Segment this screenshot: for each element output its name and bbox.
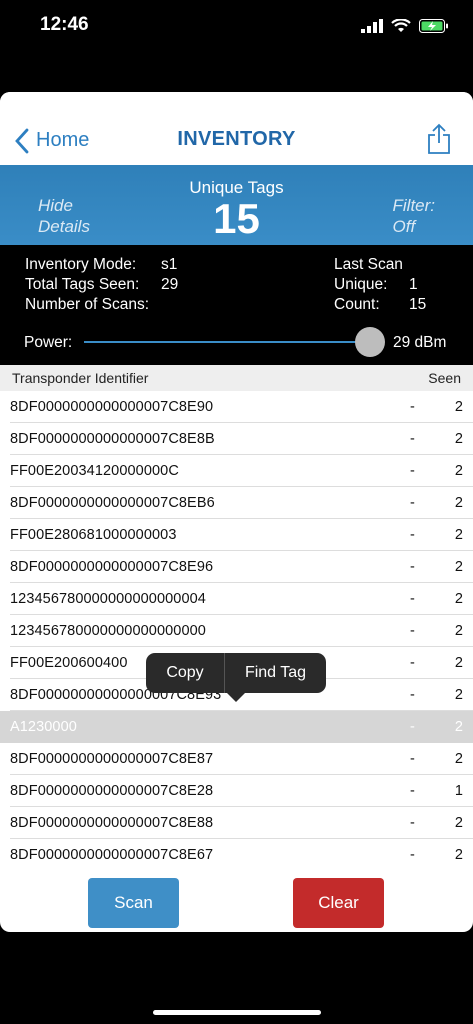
tag-seen-count: 1 [454, 783, 463, 799]
tag-row[interactable]: 8DF0000000000000007C8E87 - 2 [0, 743, 473, 775]
tag-row[interactable]: 8DF0000000000000007C8E67 - 2 [0, 839, 473, 871]
last-scan-count-label: Count: [334, 296, 380, 313]
tag-dash: - [410, 847, 415, 863]
last-scan-unique-value: 1 [409, 276, 418, 293]
tag-row[interactable]: FF00E20034120000000C - 2 [0, 455, 473, 487]
tag-id: A1230000 [10, 719, 77, 735]
tag-id: 123456780000000000000004 [10, 591, 206, 607]
tag-dash: - [410, 431, 415, 447]
list-header: Transponder Identifier Seen [0, 365, 473, 391]
tag-id: 8DF0000000000000007C8E90 [10, 399, 214, 415]
tag-dash: - [410, 399, 415, 415]
tag-seen-count: 2 [454, 719, 463, 735]
status-bar: 12:46 [0, 0, 473, 50]
tag-dash: - [410, 815, 415, 831]
tag-seen-count: 2 [454, 815, 463, 831]
tag-row[interactable]: 8DF0000000000000007C8EB6 - 2 [0, 487, 473, 519]
tag-seen-count: 2 [454, 559, 463, 575]
tag-row[interactable]: 8DF0000000000000007C8E90 - 2 [0, 391, 473, 423]
find-tag-menu-item[interactable]: Find Tag [225, 664, 326, 682]
tag-dash: - [410, 463, 415, 479]
details-panel: Inventory Mode: s1 Total Tags Seen: 29 N… [0, 245, 473, 365]
home-indicator[interactable] [153, 1010, 321, 1015]
tag-id: 8DF0000000000000007C8E28 [10, 783, 214, 799]
inventory-screen: Home INVENTORY Hide Details Unique Tags … [0, 92, 473, 932]
tag-dash: - [410, 655, 415, 671]
total-tags-label: Total Tags Seen: [25, 276, 140, 293]
context-menu-pointer [227, 693, 245, 702]
power-slider-track[interactable] [84, 341, 369, 343]
tag-row[interactable]: FF00E280681000000003 - 2 [0, 519, 473, 551]
filter-line1: Filter: [392, 196, 436, 215]
tag-seen-count: 2 [454, 751, 463, 767]
tag-dash: - [410, 783, 415, 799]
tag-id: 123456780000000000000000 [10, 623, 206, 639]
tag-seen-count: 2 [454, 623, 463, 639]
status-time: 12:46 [40, 14, 89, 35]
tag-dash: - [410, 495, 415, 511]
cellular-signal-icon [361, 19, 383, 33]
tag-id: 8DF0000000000000007C8E8B [10, 431, 215, 447]
tag-row-selected[interactable]: A1230000 - 2 [0, 711, 473, 743]
tag-row[interactable]: 8DF0000000000000007C8E28 - 1 [0, 775, 473, 807]
tag-seen-count: 2 [454, 591, 463, 607]
scan-button[interactable]: Scan [88, 878, 179, 928]
tag-dash: - [410, 559, 415, 575]
tag-dash: - [410, 687, 415, 703]
tag-id: FF00E200600400 [10, 655, 128, 671]
status-icons [361, 16, 449, 36]
column-header-seen: Seen [428, 370, 461, 386]
tag-row[interactable]: 8DF0000000000000007C8E96 - 2 [0, 551, 473, 583]
tag-list: 8DF0000000000000007C8E90 - 2 8DF0000000000… [0, 391, 473, 871]
tag-dash: - [410, 527, 415, 543]
total-tags-value: 29 [161, 276, 179, 293]
tag-row[interactable]: 123456780000000000000000 - 2 [0, 615, 473, 647]
clear-button[interactable]: Clear [293, 878, 384, 928]
tag-id: 8DF0000000000000007C8E96 [10, 559, 214, 575]
tag-dash: - [410, 751, 415, 767]
tag-row[interactable]: 8DF0000000000000007C8E88 - 2 [0, 807, 473, 839]
tag-seen-count: 2 [454, 431, 463, 447]
number-of-scans-label: Number of Scans: [25, 296, 150, 313]
summary-bar: Hide Details Unique Tags 15 Filter: Off [0, 165, 473, 245]
column-header-identifier: Transponder Identifier [12, 370, 149, 386]
inventory-mode-value: s1 [161, 256, 178, 273]
tag-dash: - [410, 719, 415, 735]
tag-seen-count: 2 [454, 463, 463, 479]
filter-line2: Off [392, 217, 416, 236]
battery-charging-icon [419, 19, 448, 33]
power-label: Power: [24, 334, 73, 351]
tag-id: 8DF0000000000000007C8E67 [10, 847, 214, 863]
nav-bar: Home INVENTORY [0, 92, 473, 165]
tag-id: 8DF0000000000000007C8E87 [10, 751, 214, 767]
wifi-icon [391, 19, 411, 32]
tag-seen-count: 2 [454, 847, 463, 863]
tag-row[interactable]: 8DF0000000000000007C8E8B - 2 [0, 423, 473, 455]
last-scan-label: Last Scan [334, 256, 403, 273]
tag-row[interactable]: 123456780000000000000004 - 2 [0, 583, 473, 615]
power-slider-thumb[interactable] [355, 327, 385, 357]
tag-seen-count: 2 [454, 399, 463, 415]
tag-seen-count: 2 [454, 527, 463, 543]
tag-id: 8DF0000000000000007C8EB6 [10, 495, 215, 511]
inventory-mode-label: Inventory Mode: [25, 256, 137, 273]
tag-id: 8DF0000000000000007C8E88 [10, 815, 214, 831]
last-scan-count-value: 15 [409, 296, 427, 313]
tag-seen-count: 2 [454, 687, 463, 703]
context-menu: Copy Find Tag [146, 653, 326, 693]
share-icon[interactable] [427, 123, 451, 155]
tag-seen-count: 2 [454, 655, 463, 671]
tag-dash: - [410, 591, 415, 607]
tag-dash: - [410, 623, 415, 639]
filter-button[interactable]: Filter: Off [393, 195, 436, 237]
last-scan-unique-label: Unique: [334, 276, 388, 293]
page-title: INVENTORY [177, 128, 296, 150]
power-value: 29 dBm [393, 334, 447, 351]
tag-id: FF00E280681000000003 [10, 527, 177, 543]
copy-menu-item[interactable]: Copy [146, 664, 224, 682]
tag-seen-count: 2 [454, 495, 463, 511]
tag-id: FF00E20034120000000C [10, 463, 179, 479]
